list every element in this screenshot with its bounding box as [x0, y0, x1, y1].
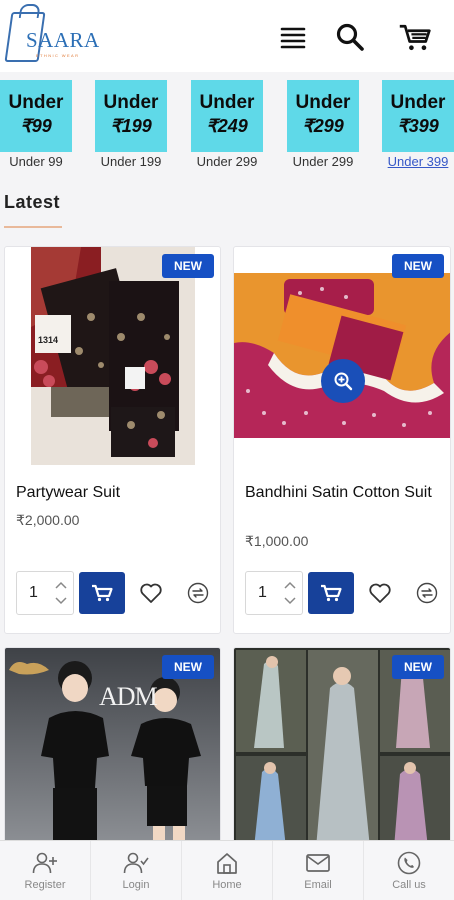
heart-icon[interactable]: [367, 580, 393, 606]
zoom-button[interactable]: [321, 359, 365, 403]
price-chip-box[interactable]: Under ₹99: [0, 80, 72, 152]
new-badge: NEW: [162, 655, 214, 679]
product-price: ₹1,000.00: [245, 533, 309, 549]
mail-icon: [273, 851, 363, 875]
chevron-up-icon[interactable]: [53, 577, 69, 593]
app-header: SAARA ETHNIC WEAR: [0, 0, 454, 72]
nav-login[interactable]: Login: [91, 841, 182, 900]
new-badge: NEW: [392, 254, 444, 278]
add-to-cart-button[interactable]: [308, 572, 354, 614]
chip-line1: Under: [199, 92, 255, 113]
nav-label: Call us: [392, 879, 426, 891]
product-card[interactable]: NEW: [233, 647, 451, 847]
chip-line2: ₹399: [397, 116, 439, 136]
logo-subtext: ETHNIC WEAR: [36, 53, 80, 58]
nav-email[interactable]: Email: [273, 841, 364, 900]
new-badge: NEW: [392, 655, 444, 679]
price-chip-box[interactable]: Under ₹399: [382, 80, 454, 152]
partywear-suit-photo: [31, 247, 195, 465]
new-badge: NEW: [162, 254, 214, 278]
nav-label: Email: [304, 879, 332, 891]
price-chip-under-299[interactable]: Under ₹299 Under 299: [287, 80, 359, 169]
price-chip-under-399[interactable]: Under ₹399 Under 399: [382, 80, 454, 169]
compare-icon[interactable]: [186, 581, 210, 605]
heart-icon[interactable]: [138, 580, 164, 606]
user-plus-icon: [0, 851, 90, 875]
price-chip-box[interactable]: Under ₹199: [95, 80, 167, 152]
quantity-stepper[interactable]: 1: [16, 571, 74, 615]
product-name[interactable]: Bandhini Satin Cotton Suit: [245, 482, 445, 503]
bottom-navigation: Register Login Home Email Call us: [0, 840, 454, 900]
user-check-icon: [91, 851, 181, 875]
chip-line2: ₹299: [302, 116, 344, 136]
chip-caption[interactable]: Under 199: [95, 154, 167, 169]
nav-home[interactable]: Home: [182, 841, 273, 900]
menu-icon[interactable]: [276, 20, 310, 54]
nav-label: Register: [24, 879, 66, 891]
cart-icon[interactable]: [398, 20, 432, 54]
chip-caption[interactable]: Under 299: [191, 154, 263, 169]
compare-icon[interactable]: [415, 581, 439, 605]
chip-caption[interactable]: Under 299: [287, 154, 359, 169]
zoom-in-icon: [334, 372, 353, 391]
nav-label: Login: [122, 879, 150, 891]
product-image[interactable]: 1314: [31, 247, 195, 465]
chip-line2: ₹199: [110, 116, 152, 136]
add-to-cart-button[interactable]: [79, 572, 125, 614]
product-image[interactable]: [234, 273, 450, 438]
logo-text: SAARA: [26, 28, 100, 52]
price-filter-row: Under ₹99 Under 99 Under ₹199 Under 199 …: [0, 80, 454, 172]
chip-caption[interactable]: Under 99: [0, 154, 72, 169]
price-chip-box[interactable]: Under ₹299: [287, 80, 359, 152]
chip-line1: Under: [8, 92, 64, 113]
product-card[interactable]: NEW Bandhini Satin Cotton Suit ₹1,000.00…: [233, 246, 451, 634]
quantity-stepper[interactable]: 1: [245, 571, 303, 615]
price-chip-under-199[interactable]: Under ₹199 Under 199: [95, 80, 167, 169]
quantity-value[interactable]: 1: [29, 584, 38, 602]
bandhini-suit-photo: [234, 273, 450, 438]
brand-watermark: ADM: [99, 682, 158, 711]
chip-line2: ₹249: [206, 116, 248, 136]
nav-label: Home: [212, 879, 242, 891]
chip-caption-link[interactable]: Under 399: [382, 154, 454, 169]
price-chip-under-99[interactable]: Under ₹99 Under 99: [0, 80, 72, 169]
product-card[interactable]: ADM NEW: [4, 647, 221, 847]
product-name[interactable]: Partywear Suit: [16, 482, 216, 503]
price-chip-box[interactable]: Under ₹249: [191, 80, 263, 152]
chip-line1: Under: [390, 92, 446, 113]
product-price: ₹2,000.00: [16, 512, 80, 528]
nav-call-us[interactable]: Call us: [364, 841, 454, 900]
quantity-value[interactable]: 1: [258, 584, 267, 602]
chevron-down-icon[interactable]: [282, 593, 298, 609]
chip-line1: Under: [103, 92, 159, 113]
saara-logo[interactable]: SAARA ETHNIC WEAR: [4, 8, 100, 66]
chevron-up-icon[interactable]: [282, 577, 298, 593]
cart-icon: [92, 584, 113, 602]
price-chip-under-249[interactable]: Under ₹249 Under 299: [191, 80, 263, 169]
catalog-number: 1314: [38, 335, 59, 345]
search-icon[interactable]: [333, 20, 367, 54]
product-card[interactable]: 1314 NEW Partywear Suit ₹2,000.00 1: [4, 246, 221, 634]
chip-line2: ₹99: [20, 116, 52, 136]
phone-icon: [364, 851, 454, 875]
section-underline: [4, 226, 62, 228]
nav-register[interactable]: Register: [0, 841, 91, 900]
home-icon: [182, 851, 272, 875]
cart-icon: [321, 584, 342, 602]
chip-line1: Under: [295, 92, 351, 113]
section-title-latest: Latest: [4, 192, 61, 212]
chevron-down-icon[interactable]: [53, 593, 69, 609]
